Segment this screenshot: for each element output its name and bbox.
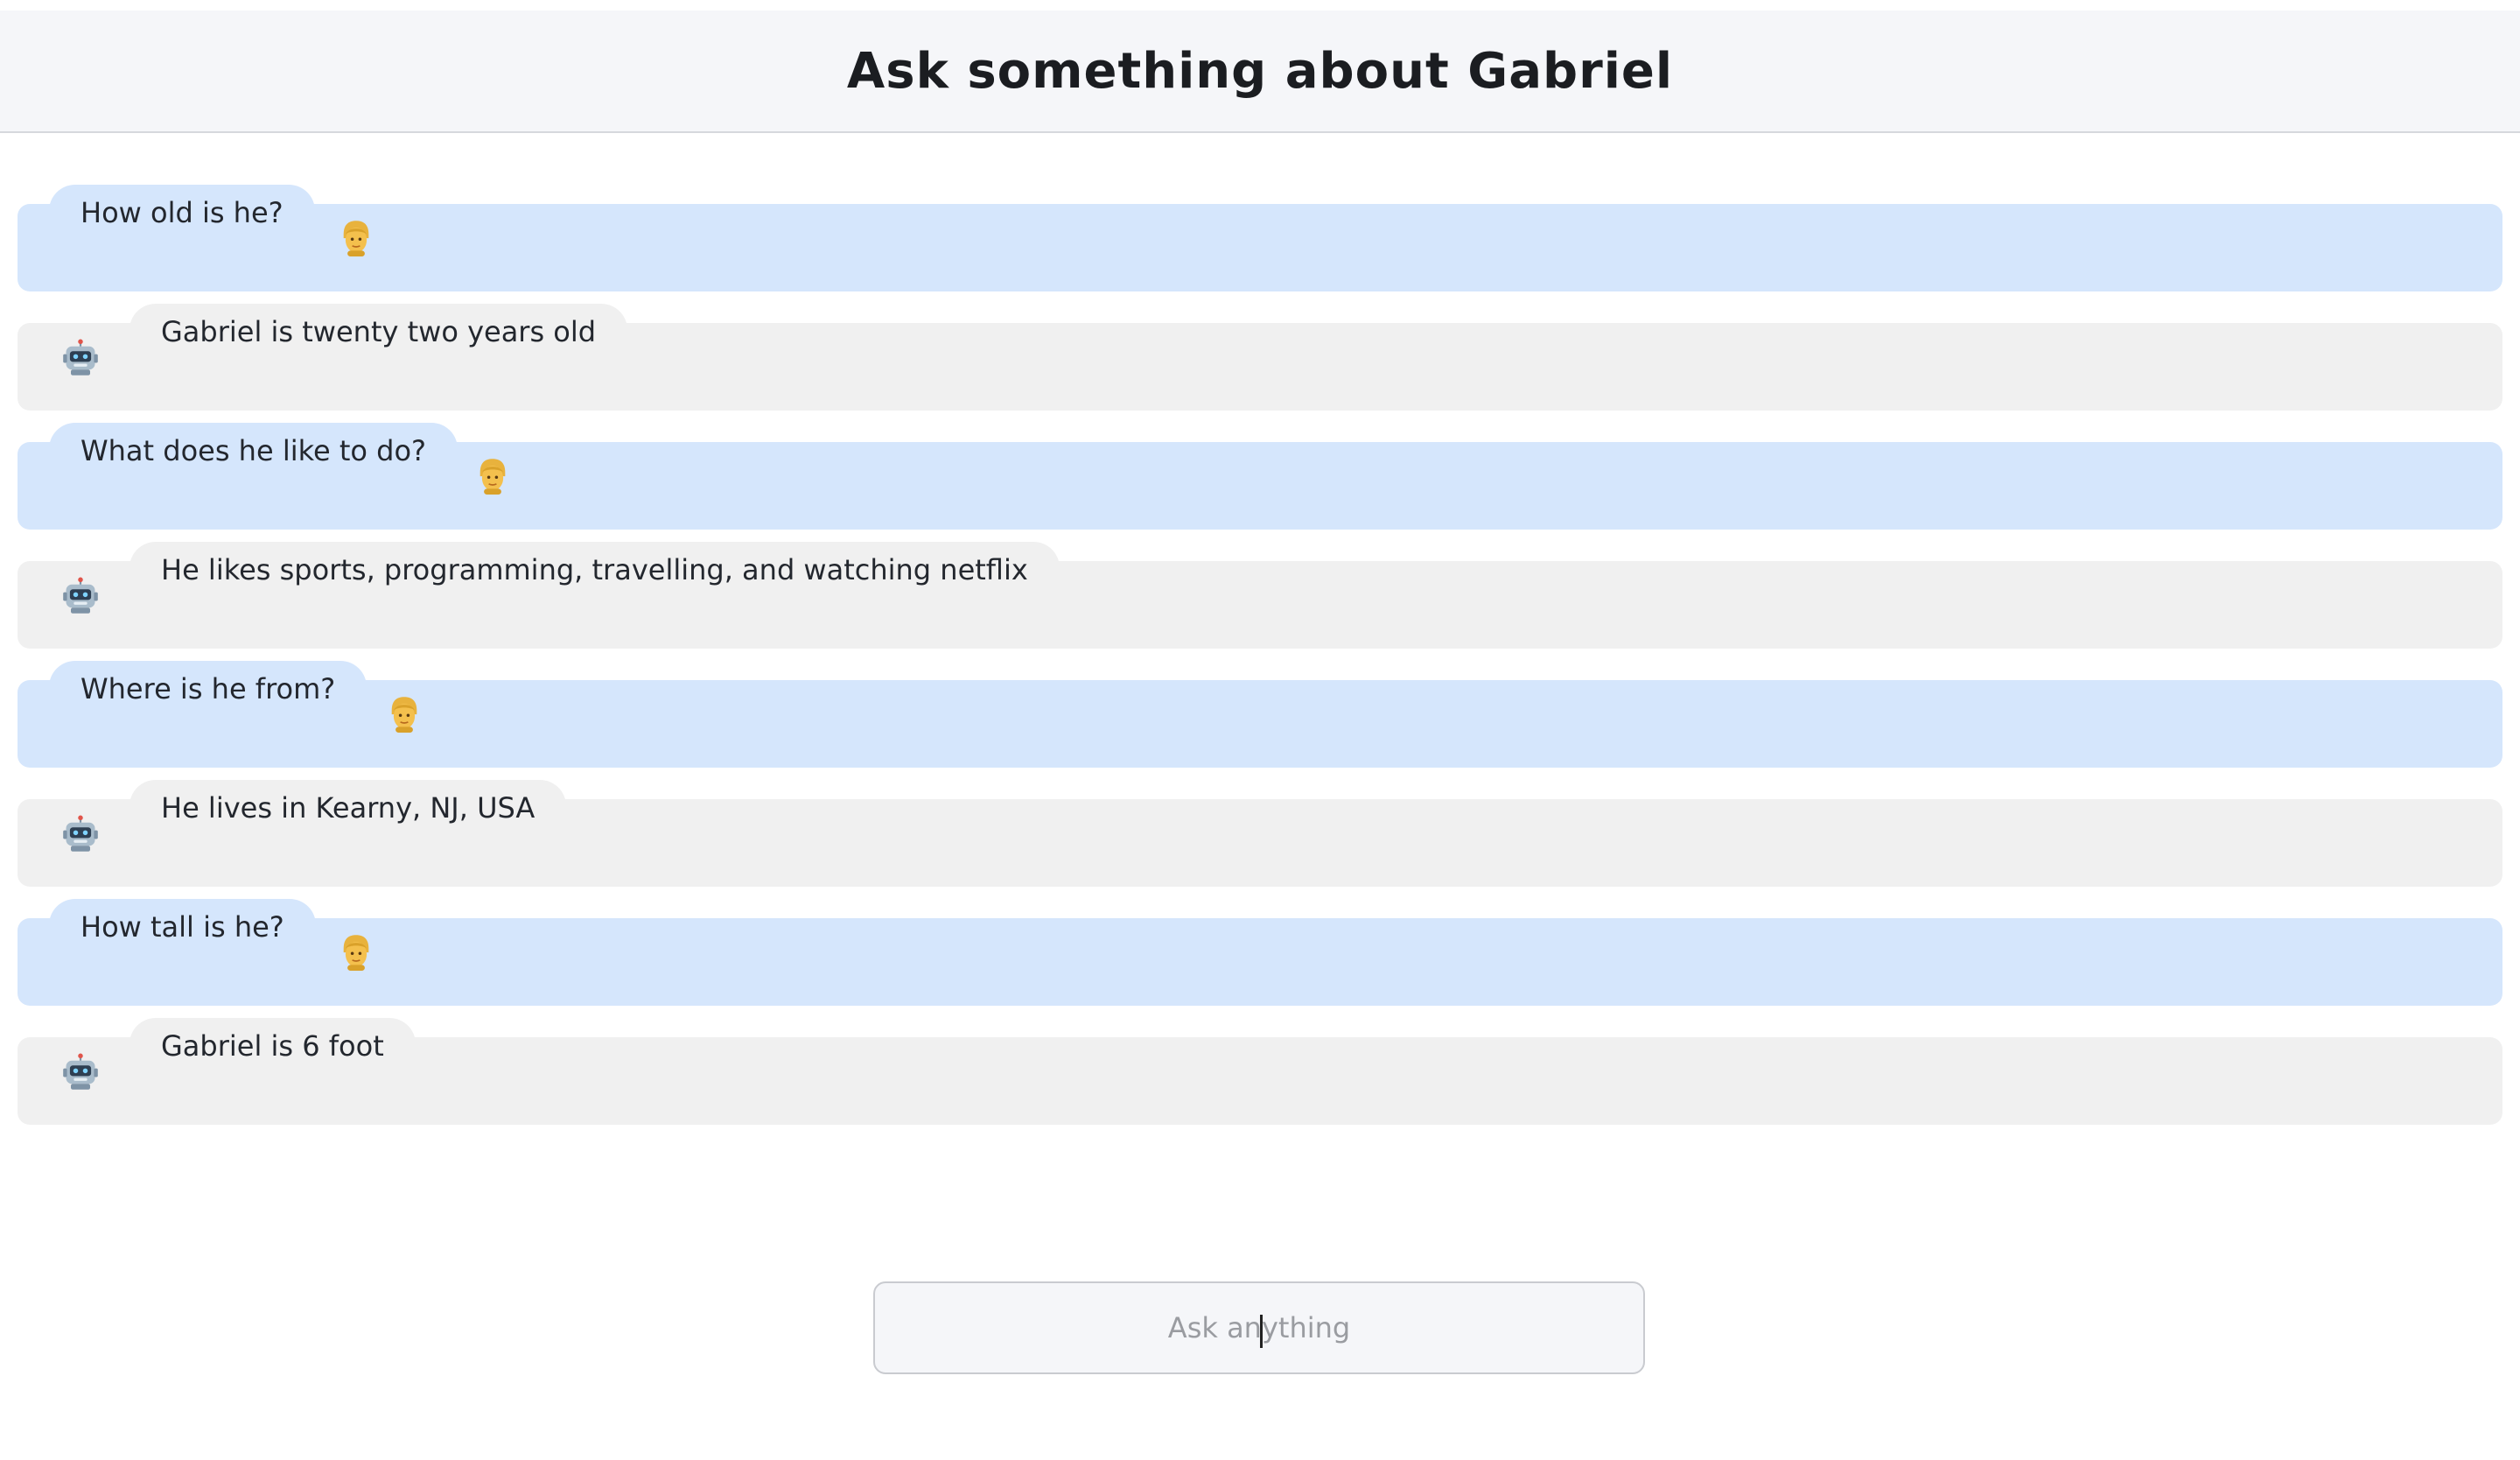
bot-message: Gabriel is twenty two years old — [18, 304, 2502, 411]
man-emoji-icon — [480, 459, 506, 495]
user-message-bubble: How tall is he? — [49, 899, 316, 955]
man-emoji-icon — [391, 697, 417, 733]
man-emoji-icon — [343, 935, 369, 971]
bot-message-bubble: Gabriel is 6 foot — [130, 1018, 416, 1074]
app-header: Ask something about Gabriel — [0, 11, 2520, 133]
bot-message-text: He lives in Kearny, NJ, USA — [161, 791, 536, 825]
robot-emoji-icon — [63, 577, 98, 614]
bot-message: Gabriel is 6 foot — [18, 1018, 2502, 1125]
bot-message-bubble: He lives in Kearny, NJ, USA — [130, 780, 567, 836]
man-emoji-icon — [343, 221, 369, 256]
ask-input-container[interactable] — [873, 1281, 1645, 1374]
user-message-text: What does he like to do? — [80, 434, 427, 467]
bot-message-text: Gabriel is twenty two years old — [161, 315, 597, 348]
bot-message-bubble: Gabriel is twenty two years old — [130, 304, 628, 360]
bot-message-text: Gabriel is 6 foot — [161, 1029, 384, 1063]
robot-emoji-icon — [63, 815, 98, 852]
top-strip — [0, 0, 2520, 11]
user-message-text: How old is he? — [80, 196, 284, 229]
user-message-text: How tall is he? — [80, 910, 284, 944]
text-caret — [1260, 1315, 1263, 1348]
user-message: What does he like to do? — [18, 423, 2502, 530]
user-message-bubble: How old is he? — [49, 185, 315, 241]
user-message: How tall is he? — [18, 899, 2502, 1006]
user-message-bubble: Where is he from? — [49, 661, 368, 717]
user-message-text: Where is he from? — [80, 672, 336, 705]
robot-emoji-icon — [63, 1053, 98, 1090]
ask-input[interactable] — [875, 1310, 1643, 1345]
user-message: Where is he from? — [18, 661, 2502, 768]
bot-message-text: He likes sports, programming, travelling… — [161, 553, 1028, 586]
bot-message-bubble: He likes sports, programming, travelling… — [130, 542, 1060, 598]
user-message: How old is he? — [18, 185, 2502, 291]
robot-emoji-icon — [63, 339, 98, 376]
user-message-bubble: What does he like to do? — [49, 423, 458, 479]
page-title: Ask something about Gabriel — [846, 42, 1674, 100]
bot-message: He lives in Kearny, NJ, USA — [18, 780, 2502, 887]
bot-message: He likes sports, programming, travelling… — [18, 542, 2502, 649]
